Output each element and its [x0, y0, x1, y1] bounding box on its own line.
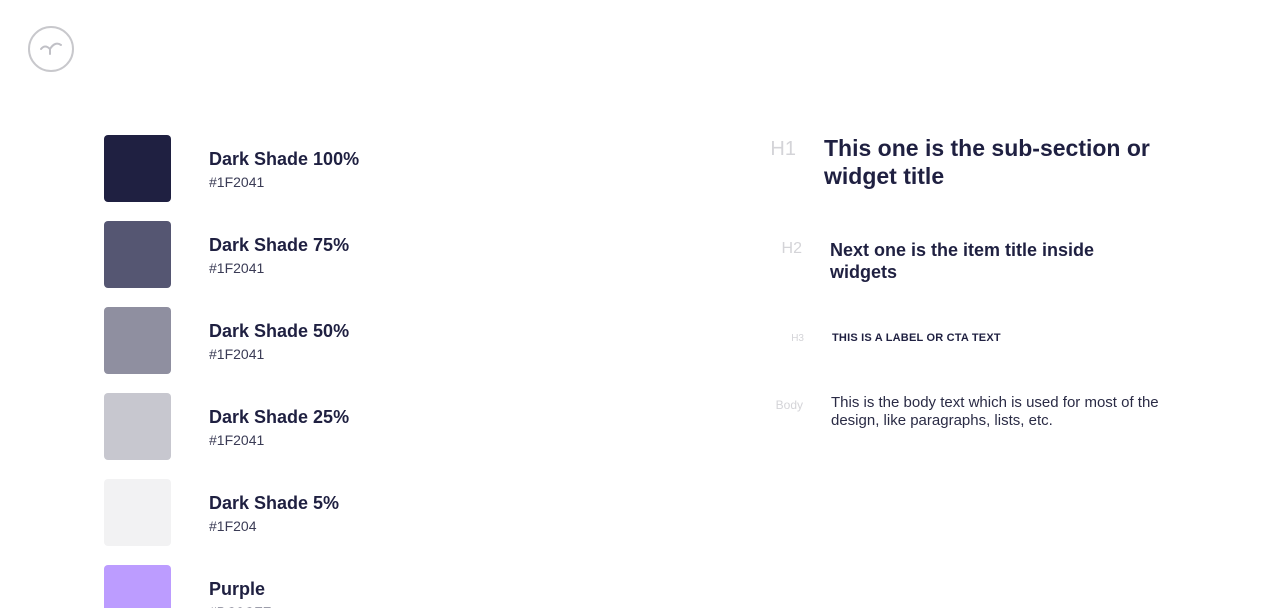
color-swatch: [104, 221, 171, 288]
swatch-hex: #BC9CFF: [209, 604, 271, 608]
body-sample: This is the body text which is used for …: [831, 394, 1159, 429]
swatch-row-dark-75: Dark Shade 75% #1F2041: [104, 221, 504, 288]
swatch-name: Purple: [209, 579, 266, 599]
swatch-row-purple: Purple #BC9CFF: [104, 565, 504, 608]
swatch-hex: #1F2041: [209, 174, 265, 190]
bird-logo-glyph: [40, 42, 62, 55]
color-swatch: [104, 393, 171, 460]
swatch-name: Dark Shade 75%: [209, 235, 350, 255]
swatch-hex: #1F204: [209, 518, 257, 534]
bird-logo-icon[interactable]: [28, 26, 74, 72]
h3-label: H3: [791, 333, 804, 344]
swatch-row-dark-100: Dark Shade 100% #1F2041: [104, 135, 504, 202]
swatch-hex: #1F2041: [209, 260, 265, 276]
swatch-row-dark-50: Dark Shade 50% #1F2041: [104, 307, 504, 374]
swatch-name: Dark Shade 5%: [209, 493, 340, 513]
swatch-row-dark-25: Dark Shade 25% #1F2041: [104, 393, 504, 460]
h1-sample: This one is the sub-section or widget ti…: [824, 135, 1150, 189]
swatch-name: Dark Shade 25%: [209, 407, 350, 427]
color-swatch: [104, 135, 171, 202]
color-swatch: [104, 479, 171, 546]
body-label: Body: [775, 398, 803, 412]
h3-sample: THIS IS A LABEL OR CTA TEXT: [832, 332, 1001, 344]
swatch-row-dark-5: Dark Shade 5% #1F204: [104, 479, 504, 546]
color-swatch: [104, 565, 171, 608]
swatch-hex: #1F2041: [209, 432, 265, 448]
swatch-hex: #1F2041: [209, 346, 265, 362]
h1-label: H1: [770, 138, 796, 160]
color-swatch: [104, 307, 171, 374]
h2-sample: Next one is the item title inside widget…: [830, 240, 1095, 282]
swatch-name: Dark Shade 50%: [209, 321, 350, 341]
style-guide-page: Dark Shade 100% #1F2041 Dark Shade 75% #…: [0, 0, 1280, 608]
swatch-name: Dark Shade 100%: [209, 149, 360, 169]
h2-label: H2: [781, 240, 802, 257]
